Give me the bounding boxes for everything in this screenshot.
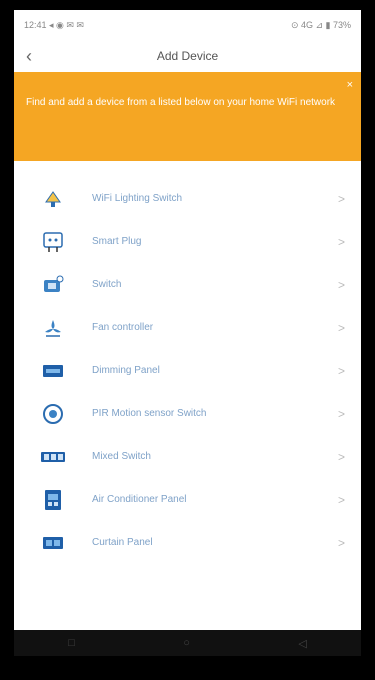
- close-icon[interactable]: ×: [347, 78, 353, 92]
- device-label: Switch: [92, 279, 122, 290]
- ac-panel-icon: [40, 487, 66, 513]
- fan-icon: [40, 315, 66, 341]
- motion-sensor-icon: [40, 401, 66, 427]
- device-item-switch[interactable]: Switch >: [14, 263, 361, 306]
- chevron-right-icon: >: [337, 449, 345, 464]
- top-navbar: ‹ Add Device: [14, 40, 361, 72]
- device-label: Curtain Panel: [92, 537, 153, 548]
- device-item-smart-plug[interactable]: Smart Plug >: [14, 220, 361, 263]
- device-item-dimming-panel[interactable]: Dimming Panel >: [14, 349, 361, 392]
- chevron-right-icon: >: [337, 277, 345, 292]
- chevron-right-icon: >: [337, 191, 345, 206]
- chevron-right-icon: >: [337, 320, 345, 335]
- status-bar: 12:41 ◂ ◉ ✉ ✉ ⊙ 4G ⊿ ▮ 73%: [14, 10, 361, 40]
- device-label: PIR Motion sensor Switch: [92, 408, 207, 419]
- device-label: Mixed Switch: [92, 451, 151, 462]
- device-label: Smart Plug: [92, 236, 142, 247]
- back-arrow-icon[interactable]: ‹: [26, 46, 32, 66]
- chevron-right-icon: >: [337, 535, 345, 550]
- phone-screen: 12:41 ◂ ◉ ✉ ✉ ⊙ 4G ⊿ ▮ 73% ‹ Add Device …: [14, 10, 361, 656]
- device-item-curtain-panel[interactable]: Curtain Panel >: [14, 521, 361, 564]
- back-nav-icon[interactable]: ◁: [298, 637, 306, 650]
- chevron-right-icon: >: [337, 234, 345, 249]
- lamp-icon: [40, 186, 66, 212]
- status-right: ⊙ 4G ⊿ ▮ 73%: [290, 19, 351, 30]
- banner-text: Find and add a device from a listed belo…: [26, 97, 336, 108]
- mixed-switch-icon: [40, 444, 66, 470]
- info-banner: × Find and add a device from a listed be…: [14, 72, 361, 161]
- system-nav-bar: □ ○ ◁: [14, 630, 361, 656]
- device-item-wifi-lighting-switch[interactable]: WiFi Lighting Switch >: [14, 177, 361, 220]
- device-list: WiFi Lighting Switch > Smart Plug > Swit…: [14, 177, 361, 564]
- switch-icon: [40, 272, 66, 298]
- device-label: WiFi Lighting Switch: [92, 193, 183, 204]
- device-item-fan-controller[interactable]: Fan controller >: [14, 306, 361, 349]
- curtain-panel-icon: [40, 530, 66, 556]
- panel-icon: [40, 358, 66, 384]
- chevron-right-icon: >: [337, 406, 345, 421]
- device-label: Dimming Panel: [92, 365, 160, 376]
- chevron-right-icon: >: [337, 492, 345, 507]
- page-title: Add Device: [156, 49, 219, 63]
- device-item-mixed-switch[interactable]: Mixed Switch >: [14, 435, 361, 478]
- recent-apps-icon[interactable]: □: [68, 637, 75, 649]
- chevron-right-icon: >: [337, 363, 345, 378]
- home-icon[interactable]: ○: [183, 637, 190, 649]
- device-label: Air Conditioner Panel: [92, 494, 187, 505]
- status-left: 12:41 ◂ ◉ ✉ ✉: [24, 19, 84, 30]
- device-label: Fan controller: [92, 322, 154, 333]
- device-item-air-conditioner-panel[interactable]: Air Conditioner Panel >: [14, 478, 361, 521]
- device-item-pir-motion-sensor-switch[interactable]: PIR Motion sensor Switch >: [14, 392, 361, 435]
- plug-icon: [40, 229, 66, 255]
